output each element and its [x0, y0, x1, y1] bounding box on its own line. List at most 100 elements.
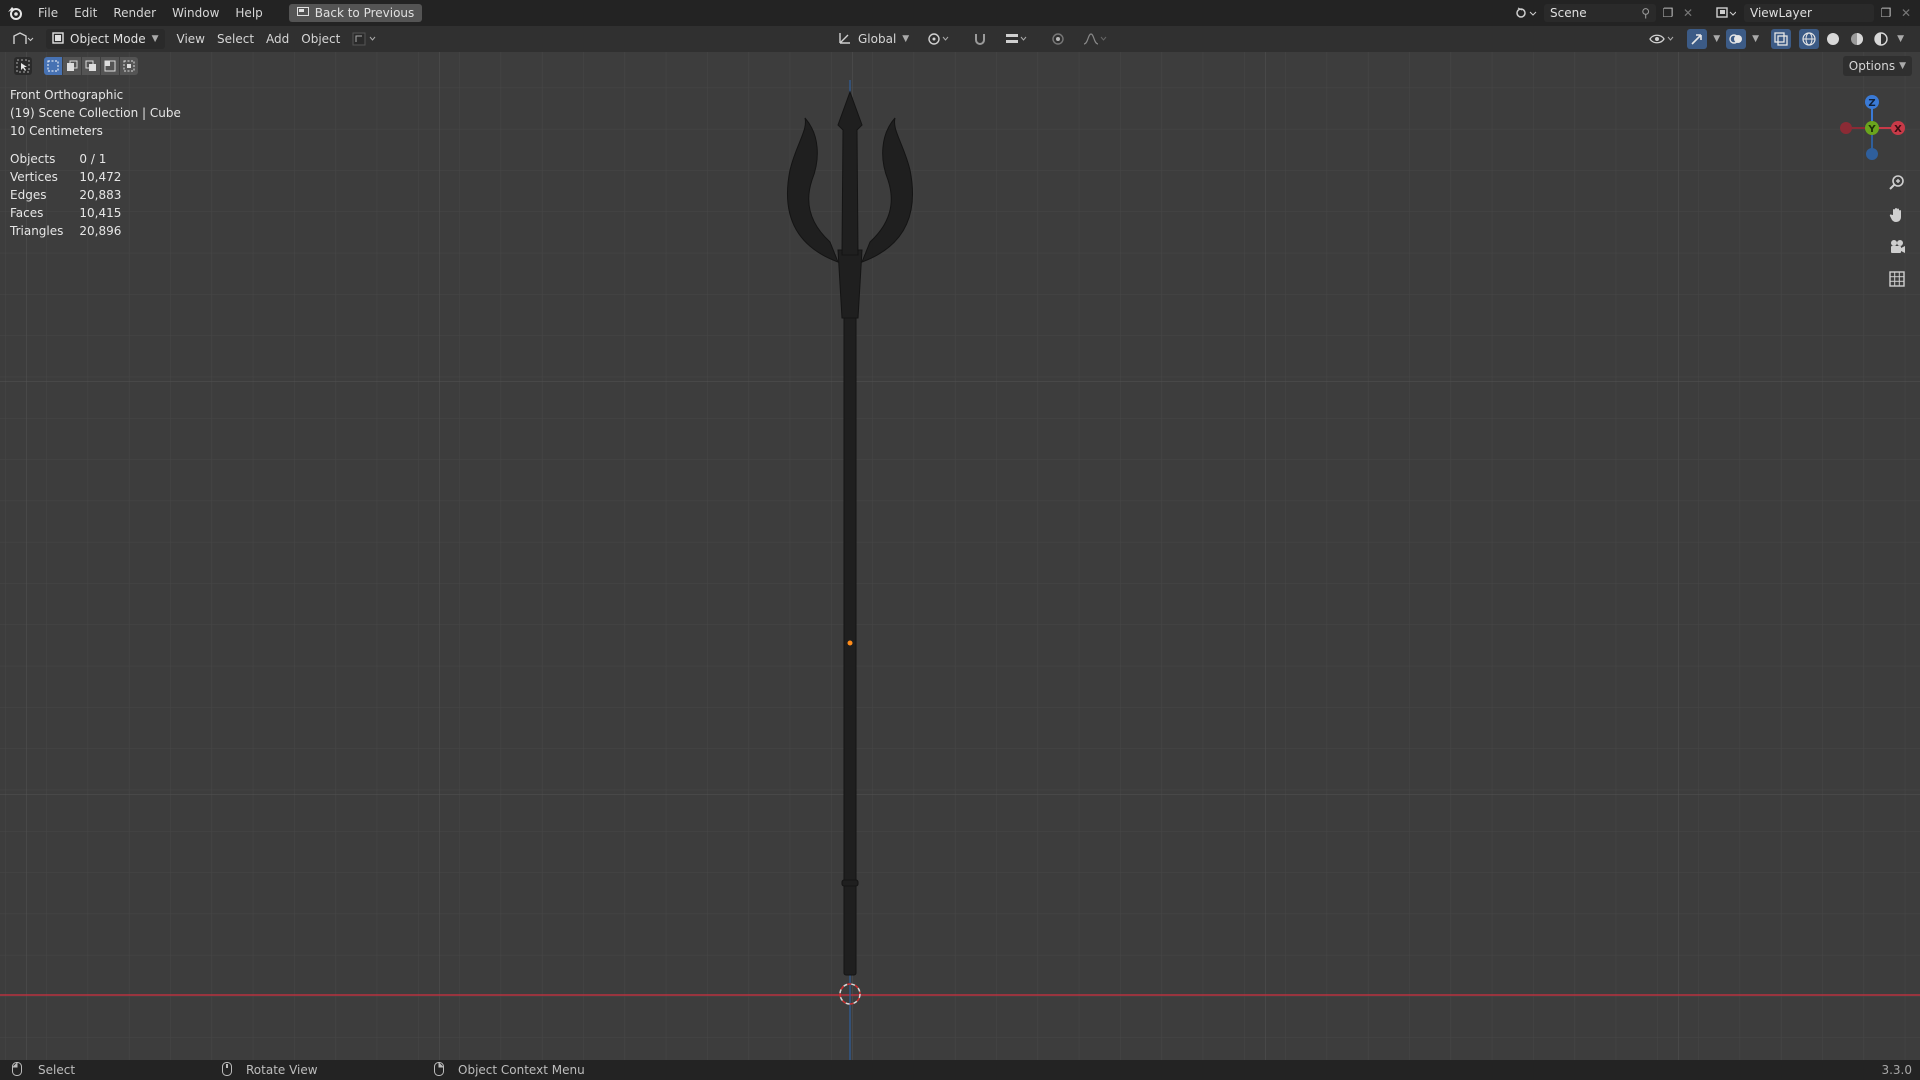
xray-toggle[interactable] — [1771, 29, 1792, 49]
scene-name-field[interactable]: Scene ⚲ — [1544, 4, 1656, 22]
status-context-menu: Object Context Menu — [434, 1061, 585, 1079]
stat-row: Faces 10,415 — [10, 206, 122, 220]
menu-edit[interactable]: Edit — [66, 0, 105, 26]
proportional-edit-icon — [1052, 33, 1064, 45]
stat-row: Objects 0 / 1 — [10, 152, 107, 166]
proportional-edit-toggle[interactable] — [1045, 29, 1071, 49]
object-mode-icon — [52, 31, 64, 47]
transform-orientation-dropdown[interactable]: Global ▼ — [832, 29, 915, 49]
visibility-dropdown[interactable] — [1643, 29, 1683, 49]
menu-file[interactable]: File — [30, 0, 66, 26]
chevron-down-icon: ▼ — [1752, 34, 1760, 44]
snap-toggle[interactable] — [967, 29, 993, 49]
menu-window[interactable]: Window — [164, 0, 227, 26]
select-intersect-icon[interactable] — [120, 57, 138, 75]
shading-dropdown[interactable]: ▼ — [1895, 29, 1906, 49]
menu-add[interactable]: Add — [260, 29, 295, 49]
close-scene-icon[interactable]: ✕ — [1680, 5, 1696, 21]
svg-text:X: X — [1894, 124, 1902, 135]
back-to-previous-button[interactable]: Back to Previous — [288, 4, 423, 22]
ortho-grid-icon[interactable] — [1884, 266, 1910, 292]
svg-text:Z: Z — [1868, 98, 1875, 109]
gizmo-arrow-icon — [1691, 34, 1703, 45]
overlays-dropdown[interactable]: ▼ — [1750, 29, 1761, 49]
new-view-layer-icon[interactable]: ❐ — [1878, 5, 1894, 21]
gizmo-neg-x-icon — [1840, 122, 1852, 134]
orientation-icon — [838, 31, 852, 48]
solid-sphere-icon — [1827, 33, 1840, 45]
mouse-left-icon — [12, 1061, 22, 1079]
menu-object[interactable]: Object — [295, 29, 346, 49]
navigation-gizmo[interactable]: Z X Y — [1836, 88, 1908, 178]
options-dropdown[interactable]: Options ▼ — [1842, 56, 1912, 76]
shading-material-button[interactable] — [1847, 29, 1867, 49]
chevron-down-icon: ▼ — [1899, 61, 1906, 71]
object-gizmo-dropdown[interactable] — [346, 29, 384, 49]
shading-solid-button[interactable] — [1823, 29, 1843, 49]
snap-increment-icon — [1006, 34, 1027, 43]
pivot-icon — [928, 33, 949, 45]
pin-icon[interactable]: ⚲ — [1641, 6, 1650, 20]
stat-row: Triangles 20,896 — [10, 224, 122, 238]
mouse-right-icon — [434, 1061, 444, 1079]
version-label: 3.3.0 — [1881, 1063, 1912, 1077]
chevron-down-icon: ▼ — [1713, 34, 1721, 44]
select-tool-icon[interactable] — [14, 57, 32, 75]
top-menu-bar: File Edit Render Window Help Back to Pre… — [0, 0, 1920, 26]
mouse-middle-icon — [222, 1061, 232, 1079]
viewport-header: Object Mode ▼ View Select Add Object Glo… — [0, 26, 1920, 52]
menu-render[interactable]: Render — [105, 0, 164, 26]
menu-help[interactable]: Help — [227, 0, 270, 26]
camera-icon[interactable] — [1884, 234, 1910, 260]
view-layer-field[interactable]: ViewLayer — [1744, 4, 1874, 22]
collection-info: (19) Scene Collection | Cube — [10, 106, 181, 120]
gizmo-dropdown-icon — [352, 32, 376, 46]
gizmo-toggle[interactable] — [1687, 29, 1708, 49]
status-rotate: Rotate View — [222, 1061, 318, 1079]
gizmo-dropdown[interactable]: ▼ — [1711, 29, 1722, 49]
view-layer-icon[interactable] — [1712, 5, 1740, 21]
falloff-dropdown[interactable] — [1077, 29, 1117, 49]
xray-icon — [1774, 32, 1788, 46]
gizmo-neg-z-icon — [1866, 148, 1878, 160]
scene-icon[interactable] — [1512, 5, 1540, 21]
selection-mode-group — [44, 57, 138, 75]
select-extend-icon[interactable] — [63, 57, 81, 75]
overlays-toggle[interactable] — [1726, 29, 1747, 49]
editor-type-button[interactable] — [0, 29, 46, 49]
select-new-icon[interactable] — [44, 57, 62, 75]
falloff-curve-icon — [1084, 33, 1107, 45]
snap-target-dropdown[interactable] — [999, 29, 1039, 49]
grid-scale: 10 Centimeters — [10, 124, 103, 138]
close-view-layer-icon[interactable]: ✕ — [1898, 5, 1914, 21]
magnet-icon — [975, 34, 986, 45]
menu-select[interactable]: Select — [211, 29, 260, 49]
select-subtract-icon[interactable] — [82, 57, 100, 75]
object-mode-dropdown[interactable]: Object Mode ▼ — [46, 29, 165, 49]
menu-view[interactable]: View — [171, 29, 211, 49]
material-sphere-icon — [1851, 33, 1864, 45]
stat-row: Edges 20,883 — [10, 188, 122, 202]
chevron-down-icon: ▼ — [902, 34, 910, 44]
wireframe-sphere-icon — [1802, 32, 1816, 46]
navigation-tools — [1884, 170, 1910, 292]
eye-icon — [1649, 34, 1674, 44]
zoom-icon[interactable] — [1884, 170, 1910, 196]
svg-text:Y: Y — [1867, 124, 1876, 135]
shading-rendered-button[interactable] — [1871, 29, 1891, 49]
hand-pan-icon[interactable] — [1884, 202, 1910, 228]
overlays-icon — [1729, 34, 1743, 44]
stat-row: Vertices 10,472 — [10, 170, 122, 184]
transform-tools: Global ▼ — [832, 29, 1117, 49]
3d-viewport[interactable]: Front Orthographic (19) Scene Collection… — [0, 52, 1920, 1060]
blender-logo-icon[interactable] — [0, 0, 30, 26]
scene-selectors: Scene ⚲ ❐ ✕ ViewLayer ❐ ✕ — [1512, 0, 1920, 26]
select-invert-icon[interactable] — [101, 57, 119, 75]
rendered-sphere-icon — [1874, 32, 1888, 46]
pivot-point-dropdown[interactable] — [921, 29, 961, 49]
new-scene-icon[interactable]: ❐ — [1660, 5, 1676, 21]
shading-wireframe-button[interactable] — [1799, 29, 1820, 49]
tool-settings-row — [0, 52, 1920, 80]
viewport-canvas[interactable] — [0, 52, 1920, 1060]
status-bar: Select Rotate View Object Context Menu 3… — [0, 1060, 1920, 1080]
